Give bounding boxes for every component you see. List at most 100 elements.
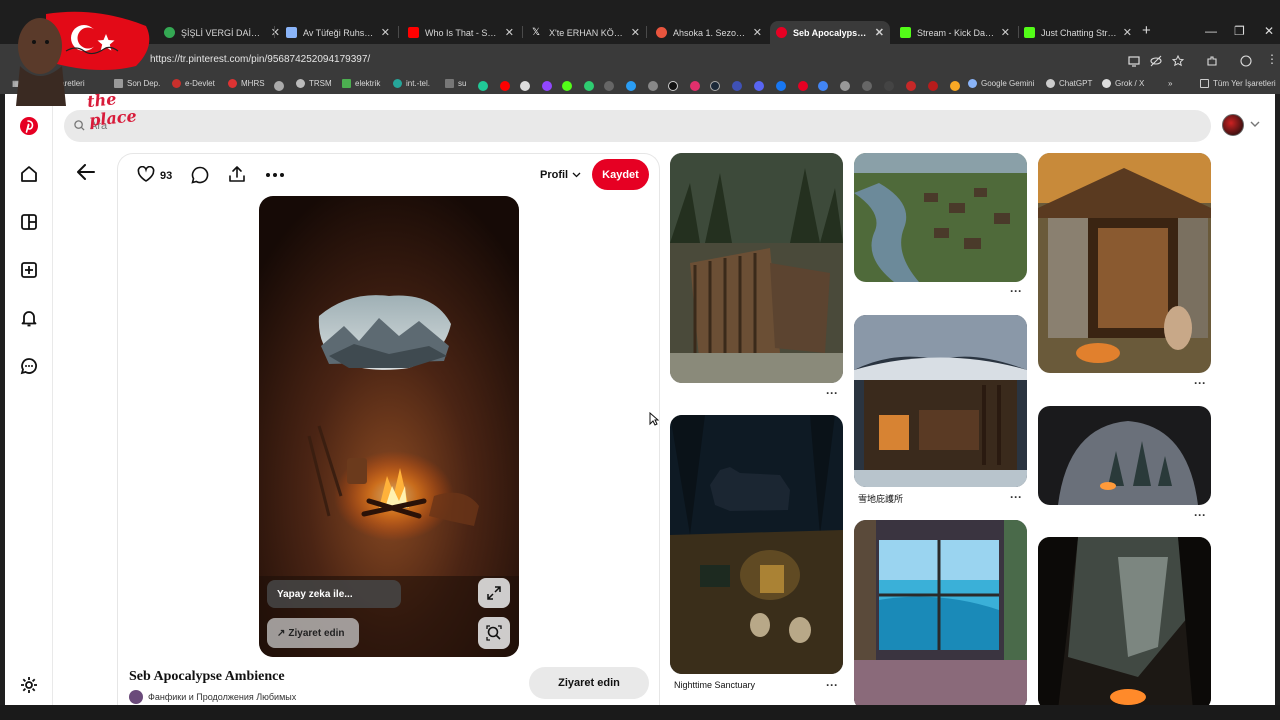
heart-icon[interactable] (137, 166, 155, 182)
new-tab-button[interactable]: + (1142, 22, 1151, 39)
tab-who-is-that[interactable]: Who Is That - Sound ✕ (402, 21, 520, 44)
app-icon[interactable] (884, 81, 894, 91)
ai-search-chip[interactable]: Yapay zeka ile... (267, 580, 401, 608)
tab-x-erhan[interactable]: 𝕏 X'te ERHAN KÖROĞLU ✕ (526, 21, 646, 44)
messages-icon[interactable] (19, 356, 39, 376)
grid-pin-wolf[interactable] (670, 415, 843, 674)
bookmark-trsm[interactable]: TRSM (296, 79, 332, 88)
app-icon[interactable] (732, 81, 742, 91)
visual-search-button[interactable] (478, 617, 510, 649)
close-icon[interactable]: ✕ (271, 26, 280, 39)
share-icon[interactable] (228, 165, 246, 183)
notifications-bell-icon[interactable] (19, 308, 39, 328)
bookmark-e-devlet[interactable]: e-Devlet (172, 79, 215, 88)
pinterest-icon[interactable] (798, 81, 808, 91)
back-arrow-icon[interactable] (77, 164, 95, 180)
comment-icon[interactable] (191, 166, 209, 184)
more-options-icon[interactable]: ··· (826, 386, 838, 400)
more-options-icon[interactable] (265, 172, 285, 178)
grid-pin-cave-forest[interactable] (1038, 406, 1211, 505)
close-icon[interactable]: ✕ (381, 26, 390, 39)
bookmark-mhrs[interactable]: MHRS (228, 79, 265, 88)
translate-icon[interactable] (818, 81, 828, 91)
tab-av-tufegi[interactable]: Av Tüfeği Ruhsat Cez ✕ (280, 21, 396, 44)
tab-sisli-vergi[interactable]: ŞİŞLİ VERGİ DAİRESİ ✕ (158, 21, 286, 44)
pin-image[interactable]: Yapay zeka ile... ↗ Ziyaret edin (259, 196, 519, 657)
grid-pin-cave-light[interactable] (1038, 537, 1211, 705)
globe-icon[interactable] (274, 81, 284, 91)
close-icon[interactable]: ✕ (1123, 26, 1132, 39)
tab-pinterest-active[interactable]: Seb Apocalypse Am ✕ (770, 21, 890, 44)
install-app-icon[interactable] (1128, 55, 1140, 67)
bookmark-su[interactable]: su (445, 79, 466, 88)
grid-pin-village[interactable] (854, 153, 1027, 282)
steam-icon[interactable] (710, 81, 720, 91)
bookmark-int-tel[interactable]: int.-tel. (393, 79, 430, 88)
globe-icon[interactable] (840, 81, 850, 91)
tiktok-icon[interactable] (668, 81, 678, 91)
bookmark-google-gemini[interactable]: Google Gemini (968, 79, 1034, 88)
kebab-menu-icon[interactable]: ⋮ (1266, 52, 1278, 66)
twitch-icon[interactable] (542, 81, 552, 91)
explore-icon[interactable] (19, 212, 39, 232)
facebook-icon[interactable] (776, 81, 786, 91)
board-info[interactable]: Фанфики и Продолжения Любимых (129, 690, 296, 704)
grid-pin-fortress[interactable] (670, 153, 843, 383)
close-icon[interactable]: ✕ (631, 26, 640, 39)
more-options-icon[interactable]: ··· (826, 678, 838, 692)
bookmark-all[interactable]: Tüm Yer İşaretleri (1200, 79, 1276, 88)
bookmark-elektrik[interactable]: elektrik (342, 79, 380, 88)
close-icon[interactable]: ✕ (753, 26, 762, 39)
whatsapp-icon[interactable] (478, 81, 488, 91)
tab-kick-dashboard[interactable]: Stream - Kick Dashbo ✕ (894, 21, 1016, 44)
pin-caption[interactable]: Nighttime Sanctuary (674, 680, 755, 690)
more-options-icon[interactable]: ··· (1010, 490, 1022, 504)
more-bookmarks-icon[interactable]: » (1168, 79, 1172, 88)
app-icon[interactable] (584, 81, 594, 91)
grid-pin-ocean-room[interactable] (854, 520, 1027, 705)
chevron-down-icon[interactable] (1250, 120, 1260, 128)
close-icon[interactable]: ✕ (1001, 26, 1010, 39)
close-icon[interactable]: ✕ (875, 26, 884, 39)
expand-button[interactable] (478, 578, 510, 608)
x-icon[interactable] (520, 81, 530, 91)
more-options-icon[interactable]: ··· (1010, 284, 1022, 298)
save-button[interactable]: Kaydet (592, 159, 649, 190)
app-icon[interactable] (950, 81, 960, 91)
close-icon[interactable]: ✕ (505, 26, 514, 39)
profile-sync-icon[interactable] (1240, 55, 1252, 67)
discord-icon[interactable] (754, 81, 764, 91)
search-bar[interactable]: Ara (64, 110, 1211, 142)
app-icon[interactable] (604, 81, 614, 91)
extensions-icon[interactable] (1206, 55, 1218, 67)
url-field[interactable]: https://tr.pinterest.com/pin/95687425209… (150, 54, 370, 65)
restore-button[interactable]: ❐ (1234, 24, 1245, 38)
kick-icon[interactable] (562, 81, 572, 91)
tab-ahsoka[interactable]: Ahsoka 1. Sezon 3. B ✕ (650, 21, 768, 44)
profile-dropdown[interactable]: Profil (540, 169, 581, 181)
app-icon[interactable] (928, 81, 938, 91)
youtube-icon[interactable] (500, 81, 510, 91)
bookmark-grok[interactable]: Grok / X (1102, 79, 1144, 88)
eye-off-icon[interactable] (1150, 55, 1162, 67)
window-close-button[interactable]: ✕ (1264, 24, 1274, 38)
more-options-icon[interactable]: ··· (1194, 376, 1206, 390)
create-icon[interactable] (19, 260, 39, 280)
pin-caption[interactable]: 雪地庇護所 (858, 492, 903, 505)
home-icon[interactable] (19, 164, 39, 184)
visit-chip[interactable]: ↗ Ziyaret edin (267, 618, 359, 648)
tab-just-chatting[interactable]: Just Chatting Stream ✕ (1018, 21, 1138, 44)
instagram-icon[interactable] (690, 81, 700, 91)
app-icon[interactable] (626, 81, 636, 91)
app-icon[interactable] (906, 81, 916, 91)
x-icon[interactable] (648, 81, 658, 91)
settings-gear-icon[interactable] (19, 675, 39, 695)
star-icon[interactable] (1172, 55, 1184, 67)
grid-pin-shed[interactable] (1038, 153, 1211, 373)
app-icon[interactable] (862, 81, 872, 91)
bookmark-chatgpt[interactable]: ChatGPT (1046, 79, 1092, 88)
more-options-icon[interactable]: ··· (1194, 508, 1206, 522)
visit-site-button[interactable]: Ziyaret edin (529, 667, 649, 699)
minimize-button[interactable]: — (1205, 24, 1217, 38)
avatar[interactable] (1222, 114, 1244, 136)
